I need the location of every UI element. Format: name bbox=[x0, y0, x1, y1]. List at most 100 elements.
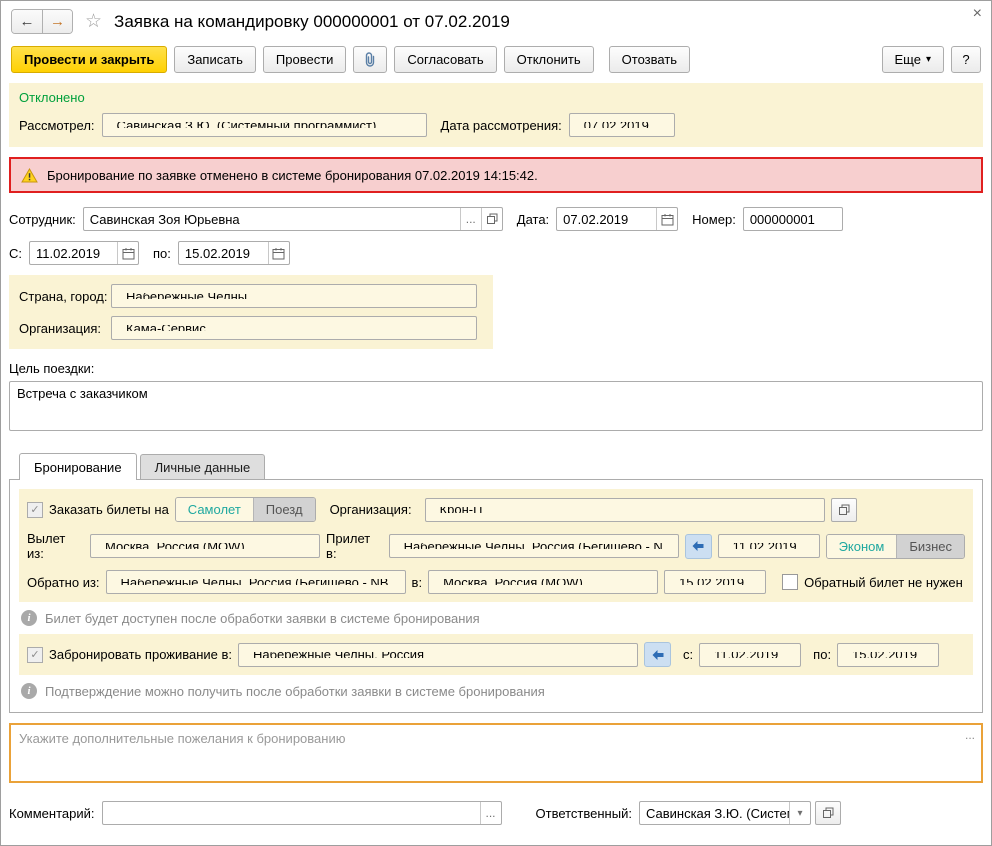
help-button[interactable]: ? bbox=[951, 46, 981, 73]
reviewer-label: Рассмотрел: bbox=[19, 117, 95, 133]
order-tickets-label: Заказать билеты на bbox=[49, 502, 169, 517]
toolbar: Провести и закрыть Записать Провести Сог… bbox=[1, 38, 991, 81]
back-button[interactable]: ← bbox=[12, 10, 42, 33]
return-date-value: 15.02.2019 bbox=[673, 579, 757, 585]
reviewer-value: Савинская З.Ю. (Системный программист) bbox=[111, 122, 418, 128]
depart-from-field[interactable]: Москва, Россия (MOW) bbox=[90, 534, 321, 558]
order-tickets-checkbox[interactable]: ✓ bbox=[27, 501, 43, 518]
country-city-label: Страна, город: bbox=[19, 288, 108, 304]
copy-dates-button[interactable] bbox=[684, 533, 712, 559]
doc-date-field[interactable]: 07.02.2019 bbox=[556, 207, 679, 231]
post-and-close-button[interactable]: Провести и закрыть bbox=[11, 46, 168, 73]
favorite-star-icon[interactable]: ☆ bbox=[85, 10, 102, 33]
comment-more-button[interactable]: ... bbox=[479, 802, 501, 824]
no-return-ticket-checkbox[interactable] bbox=[782, 574, 799, 590]
purpose-value: Встреча с заказчиком bbox=[17, 386, 148, 401]
doc-date-calendar-button[interactable] bbox=[656, 208, 677, 230]
class-business-option[interactable]: Бизнес bbox=[896, 534, 964, 558]
return-from-field[interactable]: Набережные Челны, Россия (Бегишево - NB bbox=[105, 570, 406, 594]
period-to-field[interactable]: 15.02.2019 bbox=[177, 241, 290, 265]
depart-date-field[interactable]: 11.02.2019 bbox=[717, 534, 820, 558]
arrow-left-icon bbox=[692, 541, 704, 551]
responsible-field[interactable]: Савинская З.Ю. (Системн ▾ bbox=[638, 801, 811, 825]
tab-bar: Бронирование Личные данные bbox=[9, 453, 983, 480]
return-to-value: Москва, Россия (MOW) bbox=[437, 579, 649, 585]
organization-field[interactable]: Кама-Сервис bbox=[111, 316, 477, 340]
period-to-calendar-button[interactable] bbox=[267, 242, 289, 264]
period-to-label: по: bbox=[153, 245, 171, 261]
status-state: Отклонено bbox=[19, 90, 85, 105]
forward-arrow-icon: → bbox=[50, 13, 65, 30]
return-to-field[interactable]: Москва, Россия (MOW) bbox=[428, 570, 659, 594]
class-switch: Эконом Бизнес bbox=[825, 533, 965, 559]
employee-open-button[interactable] bbox=[480, 208, 502, 230]
titlebar: ← → ☆ Заявка на командировку 000000001 о… bbox=[1, 1, 991, 38]
doc-date-value: 07.02.2019 bbox=[563, 211, 629, 227]
chevron-down-icon: ▾ bbox=[797, 807, 803, 819]
booking-wishes-box: ... bbox=[9, 723, 983, 783]
arrive-to-label: Прилет в: bbox=[326, 531, 371, 561]
responsible-open-button[interactable] bbox=[814, 801, 841, 825]
arrive-to-field[interactable]: Набережные Челны, Россия (Бегишево - N bbox=[388, 534, 679, 558]
hotel-info-text: Подтверждение можно получить после обраб… bbox=[45, 683, 545, 699]
comment-field[interactable]: ... bbox=[101, 801, 502, 825]
country-city-field[interactable]: Набережные Челны bbox=[111, 284, 477, 308]
tab-booking[interactable]: Бронирование bbox=[19, 453, 137, 480]
employee-field[interactable]: Савинская Зоя Юрьевна ... bbox=[82, 207, 503, 231]
post-button[interactable]: Провести bbox=[262, 46, 347, 73]
booking-wishes-input[interactable] bbox=[11, 725, 981, 781]
purpose-field[interactable]: Встреча с заказчиком bbox=[9, 381, 983, 431]
review-date-field[interactable]: 07.02.2019 bbox=[568, 113, 675, 137]
arrow-left-icon bbox=[652, 649, 664, 660]
responsible-dropdown-button[interactable]: ▾ bbox=[788, 802, 810, 824]
reviewer-field[interactable]: Савинская З.Ю. (Системный программист) bbox=[101, 113, 427, 137]
period-from-calendar-button[interactable] bbox=[117, 242, 138, 264]
close-icon[interactable]: × bbox=[973, 6, 982, 22]
decline-button[interactable]: Отклонить bbox=[503, 46, 594, 73]
alert-text: Бронирование по заявке отменено в систем… bbox=[47, 167, 538, 183]
tab-booking-label: Бронирование bbox=[34, 459, 122, 475]
hotel-section: ✓ Забронировать проживание в: Набережные… bbox=[19, 634, 973, 675]
hotel-to-field[interactable]: 15.02.2019 bbox=[837, 642, 940, 667]
paperclip-icon bbox=[366, 51, 375, 67]
period-from-label: С: bbox=[9, 245, 22, 261]
write-button[interactable]: Записать bbox=[174, 46, 256, 73]
info-icon: i bbox=[21, 610, 37, 626]
hotel-city-value: Набережные Челны, Россия bbox=[247, 652, 629, 658]
hotel-from-label: с: bbox=[683, 647, 694, 662]
transport-train-option[interactable]: Поезд bbox=[252, 498, 315, 521]
wishes-more-button[interactable]: ... bbox=[965, 728, 975, 742]
responsible-label: Ответственный: bbox=[535, 805, 632, 821]
hotel-from-field[interactable]: 11.02.2019 bbox=[699, 642, 802, 667]
approve-button[interactable]: Согласовать bbox=[394, 46, 497, 73]
recall-button[interactable]: Отозвать bbox=[608, 46, 691, 73]
tickets-section: ✓ Заказать билеты на Самолет Поезд Орган… bbox=[19, 489, 973, 602]
no-return-ticket-label: Обратный билет не нужен bbox=[804, 574, 963, 590]
hotel-info-row: i Подтверждение можно получить после обр… bbox=[21, 683, 973, 699]
page-title: Заявка на командировку 000000001 от 07.0… bbox=[114, 11, 510, 31]
organization-label: Организация: bbox=[19, 320, 102, 336]
depart-date-value: 11.02.2019 bbox=[727, 543, 811, 549]
copy-hotel-dates-button[interactable] bbox=[644, 642, 672, 667]
transport-plane-option[interactable]: Самолет bbox=[175, 498, 253, 521]
book-hotel-checkbox[interactable]: ✓ bbox=[27, 646, 43, 663]
ticket-organization-open-button[interactable] bbox=[830, 497, 857, 522]
ticket-info-text: Билет будет доступен после обработки зая… bbox=[45, 610, 480, 626]
attachments-button[interactable] bbox=[353, 46, 388, 73]
organization-value: Кама-Сервис bbox=[120, 325, 468, 331]
employee-more-button[interactable]: ... bbox=[459, 208, 481, 230]
doc-number-field[interactable]: 000000001 bbox=[742, 207, 843, 231]
forward-button[interactable]: → bbox=[42, 10, 72, 33]
hotel-city-field[interactable]: Набережные Челны, Россия bbox=[238, 642, 639, 667]
ticket-organization-field[interactable]: Крон-Ц bbox=[424, 497, 825, 522]
calendar-icon bbox=[661, 213, 674, 225]
return-date-field[interactable]: 15.02.2019 bbox=[664, 570, 767, 594]
return-to-label: в: bbox=[411, 574, 423, 590]
comment-input[interactable] bbox=[102, 802, 480, 824]
period-from-field[interactable]: 11.02.2019 bbox=[29, 241, 139, 265]
back-arrow-icon: ← bbox=[19, 13, 35, 30]
more-button[interactable]: Еще ▾ bbox=[881, 46, 944, 73]
trip-request-window: ← → ☆ Заявка на командировку 000000001 о… bbox=[0, 0, 992, 846]
class-economy-option[interactable]: Эконом bbox=[826, 534, 897, 558]
tab-personal-data[interactable]: Личные данные bbox=[139, 454, 266, 479]
